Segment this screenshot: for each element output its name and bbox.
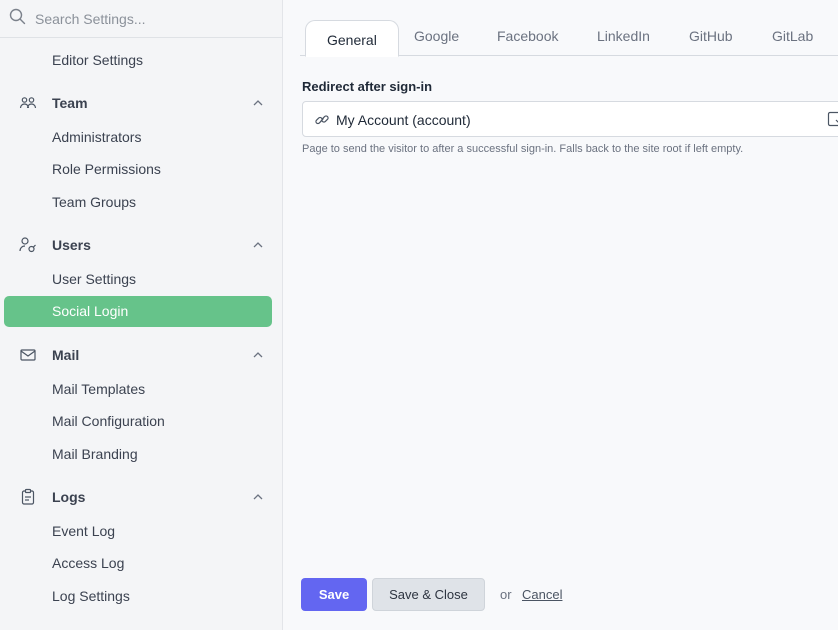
redirect-page-field[interactable]: My Account (account) [302, 101, 838, 137]
tab-github[interactable]: GitHub [689, 28, 733, 44]
link-icon [315, 115, 329, 125]
field-label: Redirect after sign-in [302, 79, 433, 94]
search-icon [9, 8, 26, 30]
sidebar-item-administrators[interactable]: Administrators [52, 129, 141, 145]
page-picker-icon[interactable] [827, 111, 838, 129]
cancel-link[interactable]: Cancel [522, 587, 562, 602]
search-bar [0, 0, 282, 38]
main-panel: General Google Facebook LinkedIn GitHub … [284, 0, 838, 630]
sidebar-item-editor-settings[interactable]: Editor Settings [52, 52, 143, 68]
sidebar: Editor Settings Team Administrators Role… [0, 0, 283, 630]
sidebar-section-users[interactable]: Users [0, 233, 283, 257]
sidebar-section-title: Team [52, 95, 88, 111]
chevron-up-icon[interactable] [252, 491, 264, 503]
sidebar-item-team-groups[interactable]: Team Groups [52, 194, 136, 210]
sidebar-item-user-settings[interactable]: User Settings [52, 271, 136, 287]
users-icon [19, 237, 36, 253]
help-text: Page to send the visitor to after a succ… [302, 143, 744, 155]
save-button[interactable]: Save [301, 578, 367, 611]
sidebar-item-role-permissions[interactable]: Role Permissions [52, 161, 161, 177]
sidebar-item-access-log[interactable]: Access Log [52, 555, 124, 571]
tab-general[interactable]: General [305, 20, 399, 57]
sidebar-section-title: Users [52, 237, 91, 253]
tab-gitlab[interactable]: GitLab [772, 28, 813, 44]
tab-bar: General Google Facebook LinkedIn GitHub … [300, 0, 838, 57]
save-and-close-button[interactable]: Save & Close [372, 578, 485, 611]
sidebar-section-mail[interactable]: Mail [0, 343, 283, 367]
sidebar-item-label: Social Login [52, 303, 129, 319]
tab-linkedin[interactable]: LinkedIn [597, 28, 650, 44]
sidebar-section-title: Mail [52, 347, 80, 363]
mail-icon [20, 349, 36, 361]
sidebar-item-mail-branding[interactable]: Mail Branding [52, 446, 138, 462]
tab-facebook[interactable]: Facebook [497, 28, 558, 44]
sidebar-section-team[interactable]: Team [0, 91, 283, 115]
chevron-up-icon[interactable] [252, 349, 264, 361]
redirect-page-value: My Account (account) [336, 112, 471, 128]
sidebar-item-log-settings[interactable]: Log Settings [52, 588, 130, 604]
chevron-up-icon[interactable] [252, 97, 264, 109]
tab-google[interactable]: Google [414, 28, 459, 44]
chevron-up-icon[interactable] [252, 239, 264, 251]
search-input[interactable] [35, 10, 275, 27]
sidebar-item-event-log[interactable]: Event Log [52, 523, 115, 539]
sidebar-item-mail-templates[interactable]: Mail Templates [52, 381, 145, 397]
or-text: or [500, 587, 512, 602]
sidebar-section-logs[interactable]: Logs [0, 485, 283, 509]
sidebar-item-social-login[interactable]: Social Login [4, 296, 272, 327]
team-icon [19, 97, 37, 109]
sidebar-section-title: Logs [52, 489, 86, 505]
sidebar-item-mail-configuration[interactable]: Mail Configuration [52, 413, 165, 429]
clipboard-icon [21, 488, 35, 505]
